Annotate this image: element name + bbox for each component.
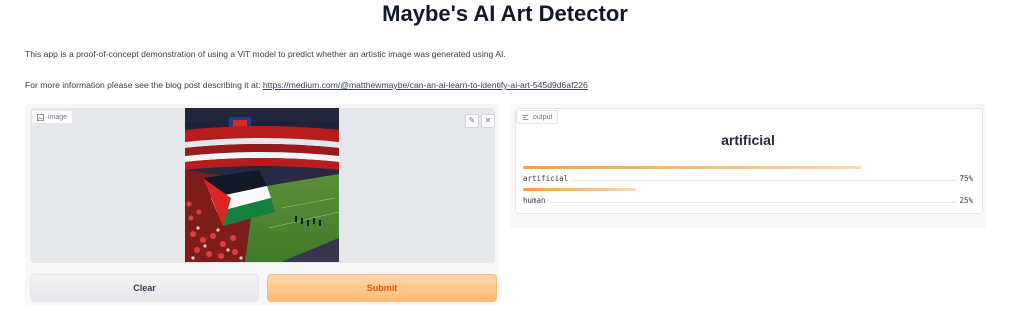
predicted-label: artificial bbox=[721, 132, 775, 148]
pencil-icon[interactable]: ✎ bbox=[465, 114, 479, 128]
confidence-bar bbox=[523, 166, 861, 169]
image-input-label-text: image bbox=[48, 113, 68, 121]
image-icon bbox=[37, 113, 44, 121]
output-label-text: output bbox=[533, 113, 553, 121]
confidence-label: human bbox=[523, 196, 546, 205]
dotted-leader bbox=[572, 180, 956, 181]
page-title: Maybe's AI Art Detector bbox=[382, 1, 628, 26]
confidence-value: 25% bbox=[959, 196, 973, 205]
blog-post-link[interactable]: https://medium.com/@matthewmaybe/can-an-… bbox=[263, 80, 588, 90]
confidence-item: artificial 75% bbox=[523, 166, 973, 183]
uploaded-image-preview bbox=[185, 108, 339, 262]
clear-button[interactable]: Clear bbox=[30, 274, 259, 302]
submit-button[interactable]: Submit bbox=[267, 274, 497, 302]
confidence-label: artificial bbox=[523, 174, 569, 183]
close-icon[interactable]: ✕ bbox=[481, 114, 495, 128]
image-input-label: image bbox=[31, 110, 74, 124]
more-info-prefix: For more information please see the blog… bbox=[25, 80, 263, 90]
confidence-bar bbox=[523, 188, 636, 191]
confidence-bar-track bbox=[523, 166, 973, 169]
output-label: output bbox=[516, 110, 559, 124]
confidence-item: human 25% bbox=[523, 188, 973, 205]
dotted-leader bbox=[549, 202, 956, 203]
app-description: This app is a proof-of-concept demonstra… bbox=[25, 49, 506, 59]
more-info-text: For more information please see the blog… bbox=[25, 80, 588, 90]
confidence-bar-track bbox=[523, 188, 973, 191]
image-toolbar: ✎ ✕ bbox=[465, 114, 495, 128]
confidence-value: 75% bbox=[959, 174, 973, 183]
label-icon bbox=[522, 114, 529, 120]
